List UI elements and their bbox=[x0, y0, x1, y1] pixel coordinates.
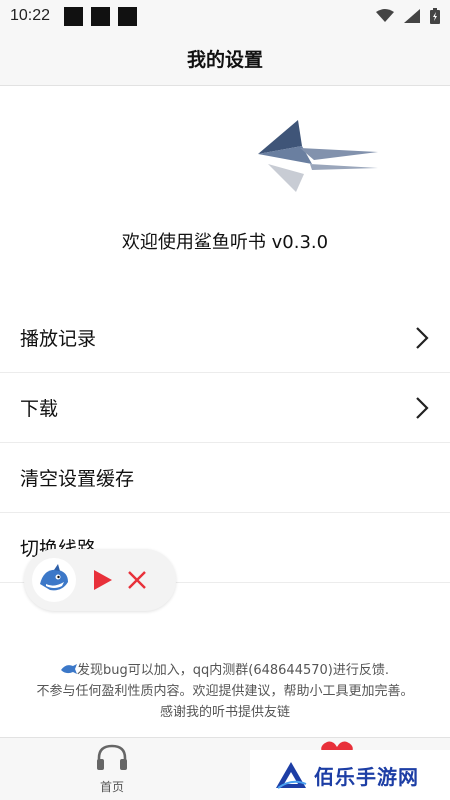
menu-item-clear-cache[interactable]: 清空设置缓存 bbox=[0, 443, 450, 513]
notification-icon bbox=[118, 6, 138, 26]
footer-line: 感谢我的听书提供友链 bbox=[159, 705, 290, 720]
footer-note: 发现bug可以加入，qq内测群(648644570)进行反馈. 不参与任何盈利性… bbox=[0, 660, 450, 723]
footer-line: 发现bug可以加入，qq内测群(648644570)进行反馈. bbox=[0, 660, 450, 681]
watermark-logo: 佰乐手游网 bbox=[250, 750, 450, 800]
menu-item-play-history[interactable]: 播放记录 bbox=[0, 303, 450, 373]
signal-icon bbox=[404, 9, 420, 23]
close-icon[interactable] bbox=[126, 569, 148, 591]
chevron-right-icon bbox=[416, 396, 429, 419]
welcome-text: 欢迎使用鲨鱼听书 v0.3.0 bbox=[121, 232, 329, 253]
shark-small-icon bbox=[61, 664, 78, 674]
chevron-right-icon bbox=[416, 326, 429, 349]
tab-home[interactable]: 首页 bbox=[72, 742, 152, 795]
menu-item-label: 清空设置缓存 bbox=[20, 468, 135, 490]
play-icon[interactable] bbox=[92, 568, 114, 592]
status-time: 10:22 bbox=[10, 7, 51, 24]
wifi-icon bbox=[376, 9, 394, 22]
battery-icon bbox=[430, 8, 440, 24]
shark-avatar-icon bbox=[32, 558, 76, 602]
floating-player[interactable] bbox=[24, 549, 176, 611]
notification-icon bbox=[91, 6, 111, 26]
headphones-icon bbox=[97, 744, 127, 770]
footer-line: 不参与任何盈利性质内容。欢迎提供建议，帮助小工具更加完善。 bbox=[36, 684, 414, 699]
menu-item-download[interactable]: 下载 bbox=[0, 373, 450, 443]
page-title: 我的设置 bbox=[186, 49, 263, 71]
app-header: 我的设置 bbox=[0, 32, 450, 86]
shark-logo bbox=[258, 120, 378, 192]
watermark-triangle-icon bbox=[276, 762, 307, 789]
status-bar: 10:22 bbox=[0, 0, 450, 32]
tab-home-label: 首页 bbox=[99, 780, 124, 794]
notification-icon bbox=[64, 6, 84, 26]
watermark-text: 佰乐手游网 bbox=[314, 764, 419, 789]
menu-item-label: 下载 bbox=[20, 398, 59, 420]
settings-menu: 播放记录 下载 清空设置缓存 切换线路 bbox=[0, 303, 450, 583]
menu-item-label: 播放记录 bbox=[20, 328, 97, 350]
